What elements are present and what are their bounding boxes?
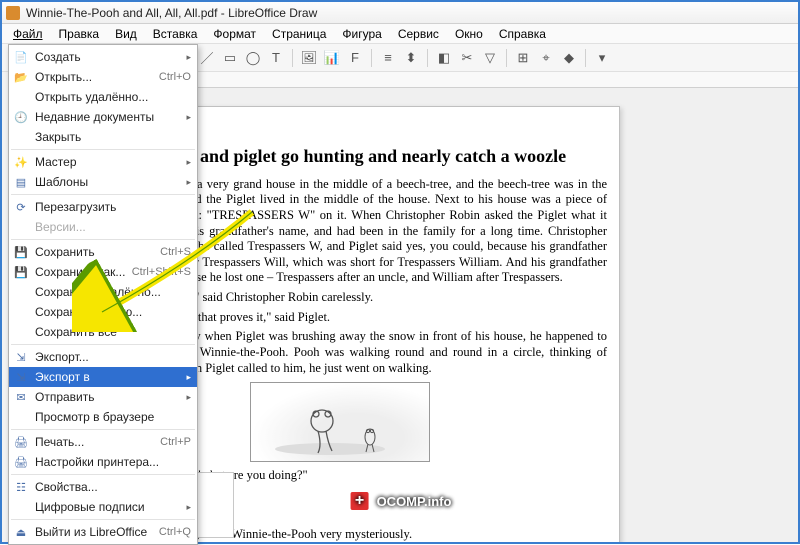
reload-icon: ⟳ (13, 200, 29, 214)
menu-item-save[interactable]: 💾СохранитьCtrl+S (9, 242, 197, 262)
export-icon: ⇲ (13, 370, 29, 384)
more-icon[interactable]: ▾ (592, 48, 612, 68)
menu-item-versions: Версии... (9, 217, 197, 237)
menu-item-export-as[interactable]: ⇲Экспорт в▸ (9, 367, 197, 387)
crop-icon[interactable]: ✂ (457, 48, 477, 68)
menu-item-exit[interactable]: ⏏Выйти из LibreOfficeCtrl+Q (9, 522, 197, 542)
menu-page[interactable]: Страница (265, 25, 333, 43)
recent-icon: 🕘 (13, 110, 29, 124)
submenu-arrow-icon: ▸ (186, 112, 191, 123)
menu-item-send[interactable]: ✉Отправить▸ (9, 387, 197, 407)
glue-icon[interactable]: ◆ (559, 48, 579, 68)
fontwork-icon[interactable]: F (345, 48, 365, 68)
menu-item-close[interactable]: Закрыть (9, 127, 197, 147)
align-icon[interactable]: ≡ (378, 48, 398, 68)
menu-item-new[interactable]: 📄Создать▸ (9, 47, 197, 67)
menu-item-open[interactable]: 📂Открыть...Ctrl+O (9, 67, 197, 87)
menu-item-reload[interactable]: ⟳Перезагрузить (9, 197, 197, 217)
app-icon (6, 6, 20, 20)
save-icon: 💾 (13, 245, 29, 259)
menu-bar: Файл Правка Вид Вставка Формат Страница … (2, 24, 798, 44)
menu-item-digital-signatures[interactable]: Цифровые подписи▸ (9, 497, 197, 517)
window-title: Winnie-The-Pooh and All, All, All.pdf - … (26, 6, 317, 20)
watermark-icon: + (349, 490, 371, 512)
menu-item-properties[interactable]: ☷Свойства... (9, 477, 197, 497)
export-icon: ⇲ (13, 350, 29, 364)
menu-item-save-remote[interactable]: Сохранить удалённо... (9, 282, 197, 302)
menu-item-save-copy[interactable]: Сохранить копию... (9, 302, 197, 322)
menu-view[interactable]: Вид (108, 25, 144, 43)
print-icon: 🖨 (13, 435, 29, 449)
menu-shape[interactable]: Фигура (335, 25, 388, 43)
submenu-arrow-icon: ▸ (186, 177, 191, 188)
title-bar: Winnie-The-Pooh and All, All, All.pdf - … (2, 2, 798, 24)
menu-item-printer-settings[interactable]: 🖨Настройки принтера... (9, 452, 197, 472)
grid-icon[interactable]: ⊞ (513, 48, 533, 68)
menu-tools[interactable]: Сервис (391, 25, 446, 43)
menu-insert[interactable]: Вставка (146, 25, 205, 43)
filter-icon[interactable]: ▽ (480, 48, 500, 68)
illustration (250, 382, 430, 462)
menu-item-open-remote[interactable]: Открыть удалённо... (9, 87, 197, 107)
wizard-icon: ✨ (13, 155, 29, 169)
menu-item-preview-browser[interactable]: Просмотр в браузере (9, 407, 197, 427)
text-tool-icon[interactable]: T (266, 48, 286, 68)
doc-icon: 📄 (13, 50, 29, 64)
chart-icon[interactable]: 📊 (322, 48, 342, 68)
menu-item-export[interactable]: ⇲Экспорт... (9, 347, 197, 367)
menu-format[interactable]: Формат (206, 25, 263, 43)
menu-item-wizard[interactable]: ✨Мастер▸ (9, 152, 197, 172)
template-icon: ▤ (13, 175, 29, 189)
menu-file[interactable]: Файл (6, 25, 50, 43)
menu-edit[interactable]: Правка (52, 25, 107, 43)
submenu-arrow-icon: ▸ (186, 372, 191, 383)
watermark-text: OCOMP.info (377, 494, 452, 509)
properties-icon: ☷ (13, 480, 29, 494)
menu-window[interactable]: Окно (448, 25, 490, 43)
menu-item-save-as[interactable]: 💾Сохранить как...Ctrl+Shift+S (9, 262, 197, 282)
menu-help[interactable]: Справка (492, 25, 553, 43)
menu-item-templates[interactable]: ▤Шаблоны▸ (9, 172, 197, 192)
image-icon[interactable]: 🖼 (299, 48, 319, 68)
menu-item-print[interactable]: 🖨Печать...Ctrl+P (9, 432, 197, 452)
watermark: + OCOMP.info (349, 490, 452, 512)
send-icon: ✉ (13, 390, 29, 404)
submenu-arrow-icon: ▸ (186, 392, 191, 403)
ellipse-tool-icon[interactable]: ◯ (243, 48, 263, 68)
menu-item-save-all[interactable]: Сохранить все (9, 322, 197, 342)
menu-item-recent[interactable]: 🕘Недавние документы▸ (9, 107, 197, 127)
submenu-arrow-icon: ▸ (186, 52, 191, 63)
shadow-icon[interactable]: ◧ (434, 48, 454, 68)
save-as-icon: 💾 (13, 265, 29, 279)
file-dropdown-menu: 📄Создать▸ 📂Открыть...Ctrl+O Открыть удал… (8, 44, 198, 545)
exit-icon: ⏏ (13, 525, 29, 539)
printer-settings-icon: 🖨 (13, 455, 29, 469)
submenu-arrow-icon: ▸ (186, 502, 191, 513)
line-tool-icon[interactable]: ／ (197, 48, 217, 68)
open-icon: 📂 (13, 70, 29, 84)
snap-icon[interactable]: ⌖ (536, 48, 556, 68)
submenu-arrow-icon: ▸ (186, 157, 191, 168)
rect-tool-icon[interactable]: ▭ (220, 48, 240, 68)
arrange-icon[interactable]: ⬍ (401, 48, 421, 68)
